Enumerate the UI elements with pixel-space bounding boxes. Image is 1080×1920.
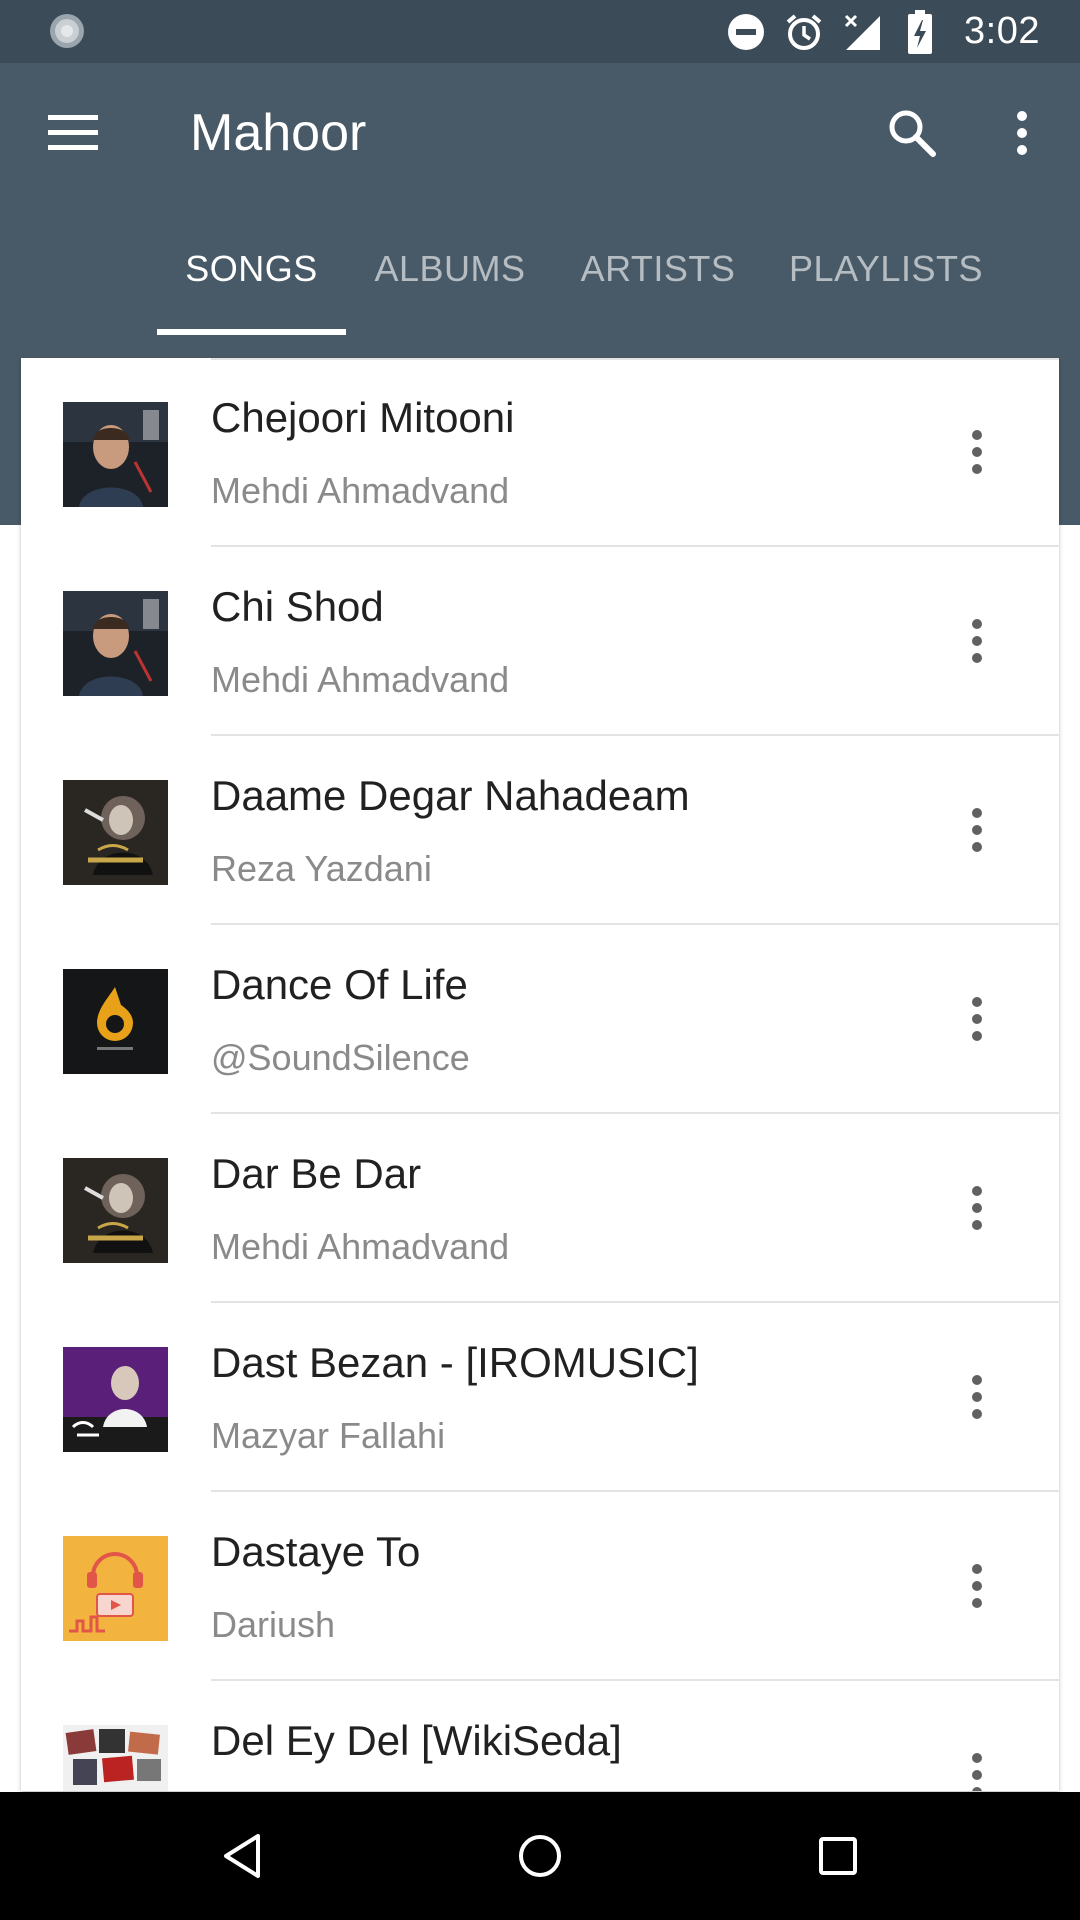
song-title: Dast Bezan - [IROMUSIC]	[211, 1339, 699, 1386]
sync-icon	[48, 12, 86, 50]
home-button[interactable]	[510, 1826, 570, 1886]
alarm-icon	[784, 12, 824, 52]
song-title: Dance Of Life	[211, 961, 468, 1008]
list-item[interactable]: Dast Bezan - [IROMUSIC] Mazyar Fallahi	[21, 1303, 1059, 1492]
list-item[interactable]: Dar Be Dar Mehdi Ahmadvand	[21, 1114, 1059, 1303]
album-art-collage-icon	[63, 1725, 168, 1791]
song-artist: Reza Yazdani	[211, 848, 432, 889]
song-title: Del Ey Del [WikiSeda]	[211, 1717, 622, 1764]
list-item[interactable]: Dance Of Life @SoundSilence	[21, 925, 1059, 1114]
more-vertical-icon	[972, 1186, 982, 1230]
song-options-button[interactable]	[957, 1369, 997, 1425]
status-bar: 3:02	[0, 0, 1080, 63]
tab-songs[interactable]: SONGS	[157, 203, 346, 335]
app-title: Mahoor	[190, 104, 367, 162]
list-item[interactable]: Chi Shod Mehdi Ahmadvand	[21, 547, 1059, 736]
song-artist: @SoundSilence	[211, 1037, 470, 1078]
more-vertical-icon	[972, 1375, 982, 1419]
song-options-button[interactable]	[957, 1747, 997, 1791]
song-title: Dastaye To	[211, 1528, 421, 1575]
more-vertical-icon	[972, 430, 982, 474]
song-artist: Mehdi Ahmadvand	[211, 470, 510, 511]
tab-artists[interactable]: ARTISTS	[564, 203, 752, 335]
menu-button[interactable]	[38, 105, 108, 161]
song-options-button[interactable]	[957, 991, 997, 1047]
song-options-button[interactable]	[957, 802, 997, 858]
list-item[interactable]: Daame Degar Nahadeam Reza Yazdani	[21, 736, 1059, 925]
album-art-note-icon	[63, 969, 168, 1074]
more-vertical-icon	[972, 808, 982, 852]
list-item[interactable]: Chejoori Mitooni Mehdi Ahmadvand	[21, 358, 1059, 547]
no-signal-icon	[842, 12, 882, 52]
back-icon	[224, 1834, 260, 1878]
more-vertical-icon	[972, 997, 982, 1041]
home-icon	[519, 1835, 561, 1877]
list-item[interactable]: Del Ey Del [WikiSeda]	[21, 1681, 1059, 1791]
album-art-portrait-icon	[63, 402, 168, 507]
more-vertical-icon	[972, 619, 982, 663]
status-time: 3:02	[964, 10, 1040, 52]
song-title: Chi Shod	[211, 583, 384, 630]
tab-albums[interactable]: ALBUMS	[356, 203, 544, 335]
song-list[interactable]: Chejoori Mitooni Mehdi Ahmadvand Chi Sho…	[21, 358, 1059, 1791]
overflow-menu-button[interactable]	[1000, 101, 1044, 165]
tab-indicator	[157, 329, 346, 335]
album-art-purple-icon	[63, 1347, 168, 1452]
album-art-portrait-icon	[63, 591, 168, 696]
more-vertical-icon	[972, 1753, 982, 1791]
recents-button[interactable]	[808, 1826, 868, 1886]
song-options-button[interactable]	[957, 613, 997, 669]
song-artist: Mehdi Ahmadvand	[211, 1226, 510, 1267]
search-icon	[889, 110, 936, 157]
navigation-bar	[0, 1792, 1080, 1920]
album-art-headphones-icon	[63, 1536, 168, 1641]
song-options-button[interactable]	[957, 1558, 997, 1614]
album-art-singer-icon	[63, 780, 168, 885]
back-button[interactable]	[212, 1826, 272, 1886]
album-art-singer-icon	[63, 1158, 168, 1263]
song-artist: Dariush	[211, 1604, 336, 1645]
song-artist: Mehdi Ahmadvand	[211, 659, 510, 700]
song-options-button[interactable]	[957, 1180, 997, 1236]
search-button[interactable]	[880, 101, 944, 165]
song-artist: Mazyar Fallahi	[211, 1415, 446, 1456]
tab-playlists[interactable]: PLAYLISTS	[770, 203, 1002, 335]
song-options-button[interactable]	[957, 424, 997, 480]
song-title: Chejoori Mitooni	[211, 394, 515, 441]
battery-charging-icon	[900, 9, 940, 54]
tab-bar: SONGS ALBUMS ARTISTS PLAYLISTS	[0, 203, 1080, 335]
recents-icon	[819, 1837, 857, 1875]
do-not-disturb-icon	[726, 12, 766, 52]
list-item[interactable]: Dastaye To Dariush	[21, 1492, 1059, 1681]
overflow-menu-icon	[1017, 111, 1027, 155]
song-title: Daame Degar Nahadeam	[211, 772, 690, 819]
menu-icon	[48, 115, 98, 150]
more-vertical-icon	[972, 1564, 982, 1608]
song-title: Dar Be Dar	[211, 1150, 422, 1197]
app-bar: Mahoor	[0, 63, 1080, 203]
